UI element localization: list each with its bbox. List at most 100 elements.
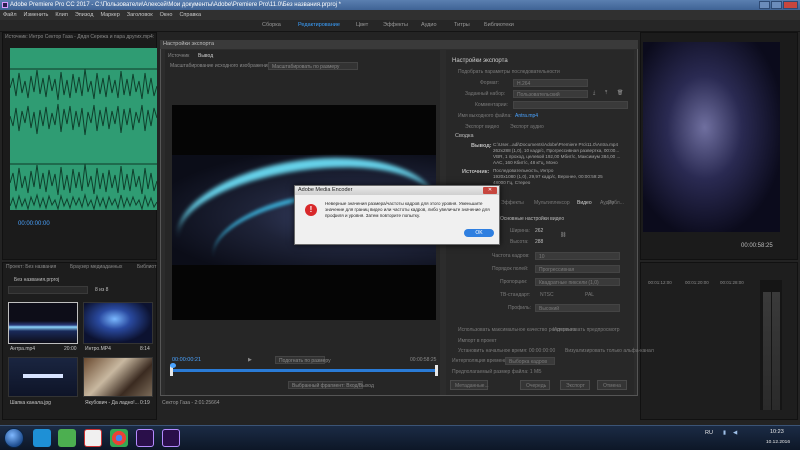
- project-item-name: Антра.mp4: [10, 346, 36, 352]
- project-bottom-text: Сектор Газа - 2:01:25664: [162, 400, 220, 406]
- menu-title[interactable]: Заголовок: [127, 12, 153, 18]
- workspace-color[interactable]: Цвет: [356, 22, 368, 28]
- workspace-assembly[interactable]: Сборка: [262, 22, 281, 28]
- chain-link-icon[interactable]: ⛓: [560, 232, 566, 238]
- network-icon[interactable]: ▮: [723, 430, 726, 436]
- export-video-checkbox[interactable]: Экспорт видео: [465, 124, 499, 130]
- profile-label: Профиль:: [508, 305, 531, 311]
- timeline-tick: 00:01:12:00: [648, 280, 672, 285]
- minimize-button[interactable]: [759, 1, 770, 9]
- import-project-checkbox[interactable]: Импорт в проект: [458, 338, 497, 344]
- import-preset-icon[interactable]: ⤒: [605, 90, 607, 96]
- export-button[interactable]: Экспорт: [560, 380, 590, 390]
- frame-sampling-dropdown[interactable]: Выборка кадров: [505, 357, 555, 365]
- set-start-checkbox[interactable]: Установить начальное время: 00:00:00:00: [458, 348, 555, 354]
- project-thumb-antra[interactable]: [8, 302, 78, 344]
- workspace-editing[interactable]: Редактирование: [298, 22, 340, 28]
- delete-preset-icon[interactable]: 🗑: [617, 90, 623, 96]
- file-size-text: Предполагаемый размер файла: 1 МБ: [452, 369, 542, 375]
- audio-meter: [760, 280, 782, 410]
- tab-multiplexer[interactable]: Мультиплексор: [534, 200, 570, 206]
- chrome-icon[interactable]: [110, 429, 128, 447]
- summary-output-text: C:\User...adi\Documents\Adobe\Premiere P…: [493, 142, 621, 165]
- fps-dropdown[interactable]: 10: [535, 252, 620, 260]
- render-alpha-checkbox[interactable]: Визуализировать только альфа-канал: [565, 348, 654, 354]
- skype-icon[interactable]: [33, 429, 51, 447]
- range-dropdown[interactable]: Выбранный фрагмент: Вход/Выход: [288, 381, 374, 389]
- menu-marker[interactable]: Маркер: [100, 12, 119, 18]
- metadata-button[interactable]: Метаданные...: [450, 380, 489, 390]
- tv-standard-label: ТВ-стандарт:: [500, 292, 531, 298]
- output-name-link[interactable]: Antra.mp4: [515, 113, 538, 119]
- export-timeline-bar[interactable]: [170, 363, 438, 378]
- menu-bar: Файл Изменить Клип Эпизод Маркер Заголов…: [0, 10, 800, 20]
- project-thumb-yakubovich[interactable]: [83, 357, 153, 397]
- start-button[interactable]: [4, 428, 24, 448]
- ntsc-radio[interactable]: NTSC: [540, 292, 554, 298]
- tab-video[interactable]: Видео: [577, 200, 592, 206]
- menu-help[interactable]: Справка: [179, 12, 201, 18]
- queue-button[interactable]: Очередь: [520, 380, 550, 390]
- tab-libraries[interactable]: Библиот: [137, 264, 156, 270]
- pal-radio[interactable]: PAL: [585, 292, 594, 298]
- program-timecode[interactable]: 00:00:58:25: [741, 243, 773, 249]
- menu-sequence[interactable]: Эпизод: [75, 12, 94, 18]
- field-order-dropdown[interactable]: Прогрессивная: [535, 265, 620, 273]
- tab-publish[interactable]: Публ...: [608, 200, 624, 206]
- tab-media-browser[interactable]: Браузер медиаданных: [70, 264, 122, 270]
- project-thumb-channel-header[interactable]: [8, 357, 78, 397]
- menu-clip[interactable]: Клип: [55, 12, 67, 18]
- project-search-input[interactable]: [8, 286, 88, 294]
- maximize-button[interactable]: [771, 1, 782, 9]
- aspect-dropdown[interactable]: Квадратные пиксели (1,0): [535, 278, 620, 286]
- summary-source-label: Источник:: [462, 169, 490, 175]
- windows-taskbar: [0, 425, 800, 450]
- language-indicator[interactable]: RU: [705, 430, 713, 436]
- width-value[interactable]: 262: [535, 228, 543, 234]
- premiere-app-icon: [2, 2, 8, 8]
- summary-output-label: Вывод:: [471, 143, 492, 149]
- match-sequence-checkbox[interactable]: Подобрать параметры последовательности: [458, 69, 560, 75]
- workspace-libraries[interactable]: Библиотеки: [484, 22, 514, 28]
- format-label: Формат:: [480, 80, 500, 86]
- source-panel-header[interactable]: Источник: Интро Сектор Газа - Дядя Сереж…: [5, 34, 155, 40]
- dialog-ok-button[interactable]: OK: [464, 229, 494, 237]
- program-monitor-view: [643, 42, 780, 232]
- menu-edit[interactable]: Изменить: [24, 12, 49, 18]
- comments-input[interactable]: [513, 101, 628, 109]
- export-audio-checkbox[interactable]: Экспорт аудио: [510, 124, 544, 130]
- media-encoder-taskbar-icon[interactable]: [162, 429, 180, 447]
- format-dropdown[interactable]: H.264: [513, 79, 588, 87]
- close-window-button[interactable]: [783, 1, 798, 9]
- utorrent-icon[interactable]: [58, 429, 76, 447]
- preset-dropdown[interactable]: Пользовательский: [513, 90, 588, 98]
- cancel-button[interactable]: Отмена: [597, 380, 627, 390]
- scale-dropdown[interactable]: Масштабировать по размеру: [268, 62, 358, 70]
- clock-time[interactable]: 10:23: [770, 429, 784, 435]
- source-timecode[interactable]: 00:00:00:00: [18, 221, 50, 227]
- frame-sampling-label: Интерполяция времени:: [452, 358, 509, 364]
- project-file-name: Без названия.prproj: [14, 277, 60, 283]
- workspace-effects[interactable]: Эффекты: [383, 22, 408, 28]
- workspace-audio[interactable]: Аудио: [421, 22, 437, 28]
- workspace-titles[interactable]: Титры: [454, 22, 470, 28]
- clock-date[interactable]: 10.12.2016: [766, 440, 790, 445]
- save-preset-icon[interactable]: ⤓: [593, 90, 595, 96]
- menu-window[interactable]: Окно: [160, 12, 173, 18]
- comments-label: Комментарии:: [475, 102, 508, 108]
- use-previews-checkbox[interactable]: Использовать предпросмотр: [553, 327, 620, 333]
- menu-file[interactable]: Файл: [3, 12, 17, 18]
- tab-effects[interactable]: Эффекты: [501, 200, 524, 206]
- project-thumb-intro[interactable]: [83, 302, 153, 344]
- dialog-close-button[interactable]: ✕: [483, 187, 497, 194]
- yandex-browser-icon[interactable]: [84, 429, 102, 447]
- volume-icon[interactable]: ◀: [733, 430, 737, 436]
- window-controls: [759, 1, 798, 9]
- preset-label: Заданный набор:: [465, 91, 506, 97]
- tab-output[interactable]: Вывод: [198, 53, 213, 59]
- premiere-taskbar-icon[interactable]: [136, 429, 154, 447]
- height-value[interactable]: 288: [535, 239, 543, 245]
- tab-project[interactable]: Проект: Без названия: [6, 264, 56, 270]
- profile-dropdown[interactable]: Высокий: [535, 304, 620, 312]
- tab-source[interactable]: Источник: [168, 53, 189, 59]
